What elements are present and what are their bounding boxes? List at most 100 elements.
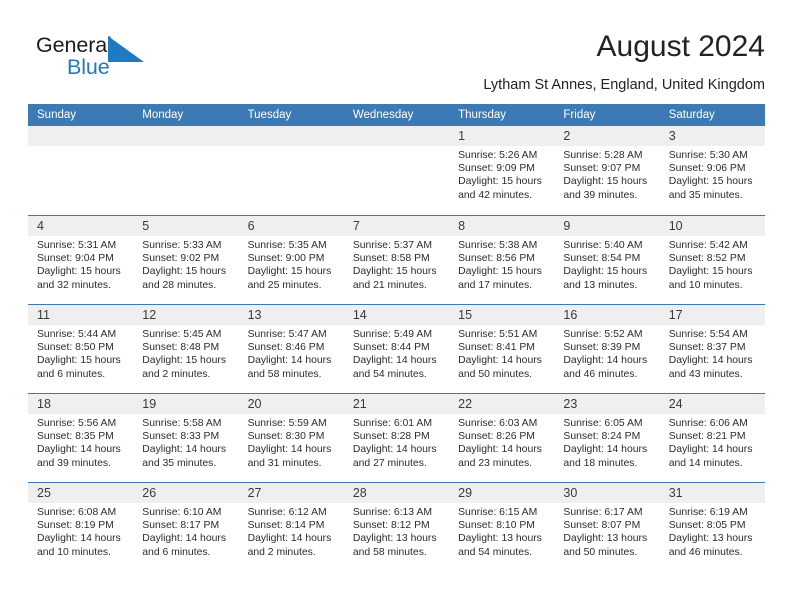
day-sunset-text: Sunset: 8:12 PM bbox=[352, 520, 430, 532]
day-daylight1-text: Daylight: 15 hours bbox=[247, 266, 332, 278]
day-cell[interactable]: Sunrise: 6:17 AM Sunset: 8:07 PM Daylight:… bbox=[554, 503, 659, 570]
day-number[interactable]: 4 bbox=[28, 216, 133, 236]
blue-triangle-flag-icon bbox=[108, 36, 144, 62]
day-daylight2-text: and 13 minutes. bbox=[563, 279, 638, 291]
day-cell[interactable]: Sunrise: 5:51 AM Sunset: 8:41 PM Daylight:… bbox=[449, 325, 554, 392]
day-number[interactable]: 22 bbox=[449, 394, 554, 414]
day-cell[interactable]: Sunrise: 6:06 AM Sunset: 8:21 PM Daylight:… bbox=[660, 414, 765, 481]
day-sunset-text: Sunset: 8:41 PM bbox=[458, 342, 535, 354]
day-daylight1-text: Daylight: 15 hours bbox=[563, 266, 648, 278]
day-number[interactable]: 5 bbox=[133, 216, 238, 236]
day-cell[interactable]: Sunrise: 5:38 AM Sunset: 8:56 PM Daylight:… bbox=[449, 236, 554, 303]
day-cell[interactable]: Sunrise: 5:30 AM Sunset: 9:06 PM Daylight:… bbox=[660, 146, 765, 213]
day-sunset-text: Sunset: 9:06 PM bbox=[668, 163, 746, 175]
day-daylight2-text: and 43 minutes. bbox=[668, 368, 743, 380]
day-daylight1-text: Daylight: 15 hours bbox=[142, 355, 227, 367]
day-number[interactable]: 27 bbox=[239, 483, 344, 503]
day-sunrise-text: Sunrise: 5:30 AM bbox=[668, 150, 748, 161]
day-cell[interactable]: Sunrise: 5:47 AM Sunset: 8:46 PM Daylight:… bbox=[239, 325, 344, 392]
day-daylight2-text: and 25 minutes. bbox=[247, 279, 322, 291]
day-number[interactable]: 24 bbox=[660, 394, 765, 414]
day-daylight2-text: and 14 minutes. bbox=[668, 457, 743, 469]
day-number[interactable]: 19 bbox=[133, 394, 238, 414]
day-daylight2-text: and 27 minutes. bbox=[352, 457, 427, 469]
day-cell[interactable]: Sunrise: 5:28 AM Sunset: 9:07 PM Daylight:… bbox=[554, 146, 659, 213]
day-number[interactable]: 25 bbox=[28, 483, 133, 503]
day-number[interactable]: 2 bbox=[554, 126, 659, 146]
day-sunrise-text: Sunrise: 5:40 AM bbox=[563, 240, 643, 251]
day-number[interactable]: 23 bbox=[554, 394, 659, 414]
day-cell[interactable]: Sunrise: 5:31 AM Sunset: 9:04 PM Daylight:… bbox=[28, 236, 133, 303]
day-number[interactable]: 14 bbox=[344, 305, 449, 325]
day-daylight1-text: Daylight: 14 hours bbox=[668, 444, 753, 456]
day-number[interactable]: 29 bbox=[449, 483, 554, 503]
day-number[interactable]: 12 bbox=[133, 305, 238, 325]
day-cell[interactable]: Sunrise: 5:52 AM Sunset: 8:39 PM Daylight:… bbox=[554, 325, 659, 392]
day-number[interactable]: 16 bbox=[554, 305, 659, 325]
day-cell[interactable]: Sunrise: 5:26 AM Sunset: 9:09 PM Daylight:… bbox=[449, 146, 554, 213]
day-number[interactable]: 10 bbox=[660, 216, 765, 236]
day-daylight2-text: and 2 minutes. bbox=[247, 546, 316, 558]
calendar-week-row: 1 2 3 Sunrise: 5:26 AM Sunset: 9:09 PM Daylig… bbox=[28, 126, 765, 215]
day-cell[interactable]: Sunrise: 5:35 AM Sunset: 9:00 PM Daylight:… bbox=[239, 236, 344, 303]
day-cell[interactable]: Sunrise: 5:37 AM Sunset: 8:58 PM Daylight:… bbox=[344, 236, 449, 303]
day-sunrise-text: Sunrise: 5:47 AM bbox=[247, 329, 327, 340]
day-number[interactable]: 1 bbox=[449, 126, 554, 146]
day-number[interactable]: 6 bbox=[239, 216, 344, 236]
day-number[interactable]: 3 bbox=[660, 126, 765, 146]
day-sunset-text: Sunset: 8:52 PM bbox=[668, 253, 746, 265]
day-sunset-text: Sunset: 8:44 PM bbox=[352, 342, 430, 354]
day-number[interactable]: 9 bbox=[554, 216, 659, 236]
day-cell[interactable]: Sunrise: 5:42 AM Sunset: 8:52 PM Daylight:… bbox=[660, 236, 765, 303]
day-number[interactable]: 13 bbox=[239, 305, 344, 325]
day-daylight1-text: Daylight: 15 hours bbox=[37, 355, 121, 367]
day-sunrise-text: Sunrise: 5:52 AM bbox=[563, 329, 643, 340]
day-number[interactable]: 31 bbox=[660, 483, 765, 503]
day-cell[interactable]: Sunrise: 6:10 AM Sunset: 8:17 PM Daylight:… bbox=[133, 503, 238, 570]
day-number[interactable]: 26 bbox=[133, 483, 238, 503]
day-number[interactable]: 11 bbox=[28, 305, 133, 325]
day-number[interactable]: 21 bbox=[344, 394, 449, 414]
day-cell[interactable]: Sunrise: 5:33 AM Sunset: 9:02 PM Daylight:… bbox=[133, 236, 238, 303]
day-number[interactable]: 17 bbox=[660, 305, 765, 325]
week-date-strip: 18 19 20 21 22 23 24 bbox=[28, 394, 765, 414]
day-number[interactable]: 20 bbox=[239, 394, 344, 414]
day-cell[interactable]: Sunrise: 5:45 AM Sunset: 8:48 PM Daylight:… bbox=[133, 325, 238, 392]
day-number[interactable]: 15 bbox=[449, 305, 554, 325]
day-daylight2-text: and 2 minutes. bbox=[142, 368, 211, 380]
day-sunset-text: Sunset: 8:46 PM bbox=[247, 342, 325, 354]
day-daylight2-text: and 39 minutes. bbox=[37, 457, 111, 469]
day-cell[interactable]: Sunrise: 6:12 AM Sunset: 8:14 PM Daylight:… bbox=[239, 503, 344, 570]
day-daylight1-text: Daylight: 15 hours bbox=[668, 266, 753, 278]
day-cell[interactable]: Sunrise: 6:15 AM Sunset: 8:10 PM Daylight:… bbox=[449, 503, 554, 570]
week-detail-strip: Sunrise: 5:26 AM Sunset: 9:09 PM Daylight:… bbox=[28, 146, 765, 213]
day-sunrise-text: Sunrise: 6:10 AM bbox=[142, 507, 222, 518]
day-cell[interactable]: Sunrise: 5:58 AM Sunset: 8:33 PM Daylight:… bbox=[133, 414, 238, 481]
day-number[interactable]: 30 bbox=[554, 483, 659, 503]
day-sunrise-text: Sunrise: 6:19 AM bbox=[668, 507, 748, 518]
day-number[interactable]: 8 bbox=[449, 216, 554, 236]
day-cell[interactable]: Sunrise: 6:19 AM Sunset: 8:05 PM Daylight:… bbox=[660, 503, 765, 570]
day-daylight1-text: Daylight: 14 hours bbox=[458, 355, 542, 367]
day-number[interactable]: 28 bbox=[344, 483, 449, 503]
day-cell[interactable]: Sunrise: 6:01 AM Sunset: 8:28 PM Daylight:… bbox=[344, 414, 449, 481]
day-cell[interactable]: Sunrise: 6:03 AM Sunset: 8:26 PM Daylight:… bbox=[449, 414, 554, 481]
day-cell[interactable]: Sunrise: 5:40 AM Sunset: 8:54 PM Daylight:… bbox=[554, 236, 659, 303]
day-cell[interactable]: Sunrise: 6:13 AM Sunset: 8:12 PM Daylight:… bbox=[344, 503, 449, 570]
day-cell[interactable]: Sunrise: 5:56 AM Sunset: 8:35 PM Daylight:… bbox=[28, 414, 133, 481]
day-cell[interactable]: Sunrise: 6:05 AM Sunset: 8:24 PM Daylight:… bbox=[554, 414, 659, 481]
day-cell[interactable]: Sunrise: 5:49 AM Sunset: 8:44 PM Daylight:… bbox=[344, 325, 449, 392]
day-daylight2-text: and 58 minutes. bbox=[352, 546, 427, 558]
week-date-strip: 4 5 6 7 8 9 10 bbox=[28, 216, 765, 236]
week-date-strip: 123 bbox=[28, 126, 765, 146]
day-cell[interactable]: Sunrise: 6:08 AM Sunset: 8:19 PM Daylight:… bbox=[28, 503, 133, 570]
brand-logo[interactable]: General Blue bbox=[36, 32, 226, 88]
day-cell[interactable]: Sunrise: 5:59 AM Sunset: 8:30 PM Daylight:… bbox=[239, 414, 344, 481]
day-number[interactable]: 7 bbox=[344, 216, 449, 236]
day-cell[interactable]: Sunrise: 5:54 AM Sunset: 8:37 PM Daylight:… bbox=[660, 325, 765, 392]
day-cell[interactable]: Sunrise: 5:44 AM Sunset: 8:50 PM Daylight:… bbox=[28, 325, 133, 392]
day-sunrise-text: Sunrise: 6:17 AM bbox=[563, 507, 643, 518]
day-daylight1-text: Daylight: 14 hours bbox=[247, 533, 332, 545]
week-detail-strip: Sunrise: 5:44 AM Sunset: 8:50 PM Daylight:… bbox=[28, 325, 765, 392]
day-number[interactable]: 18 bbox=[28, 394, 133, 414]
